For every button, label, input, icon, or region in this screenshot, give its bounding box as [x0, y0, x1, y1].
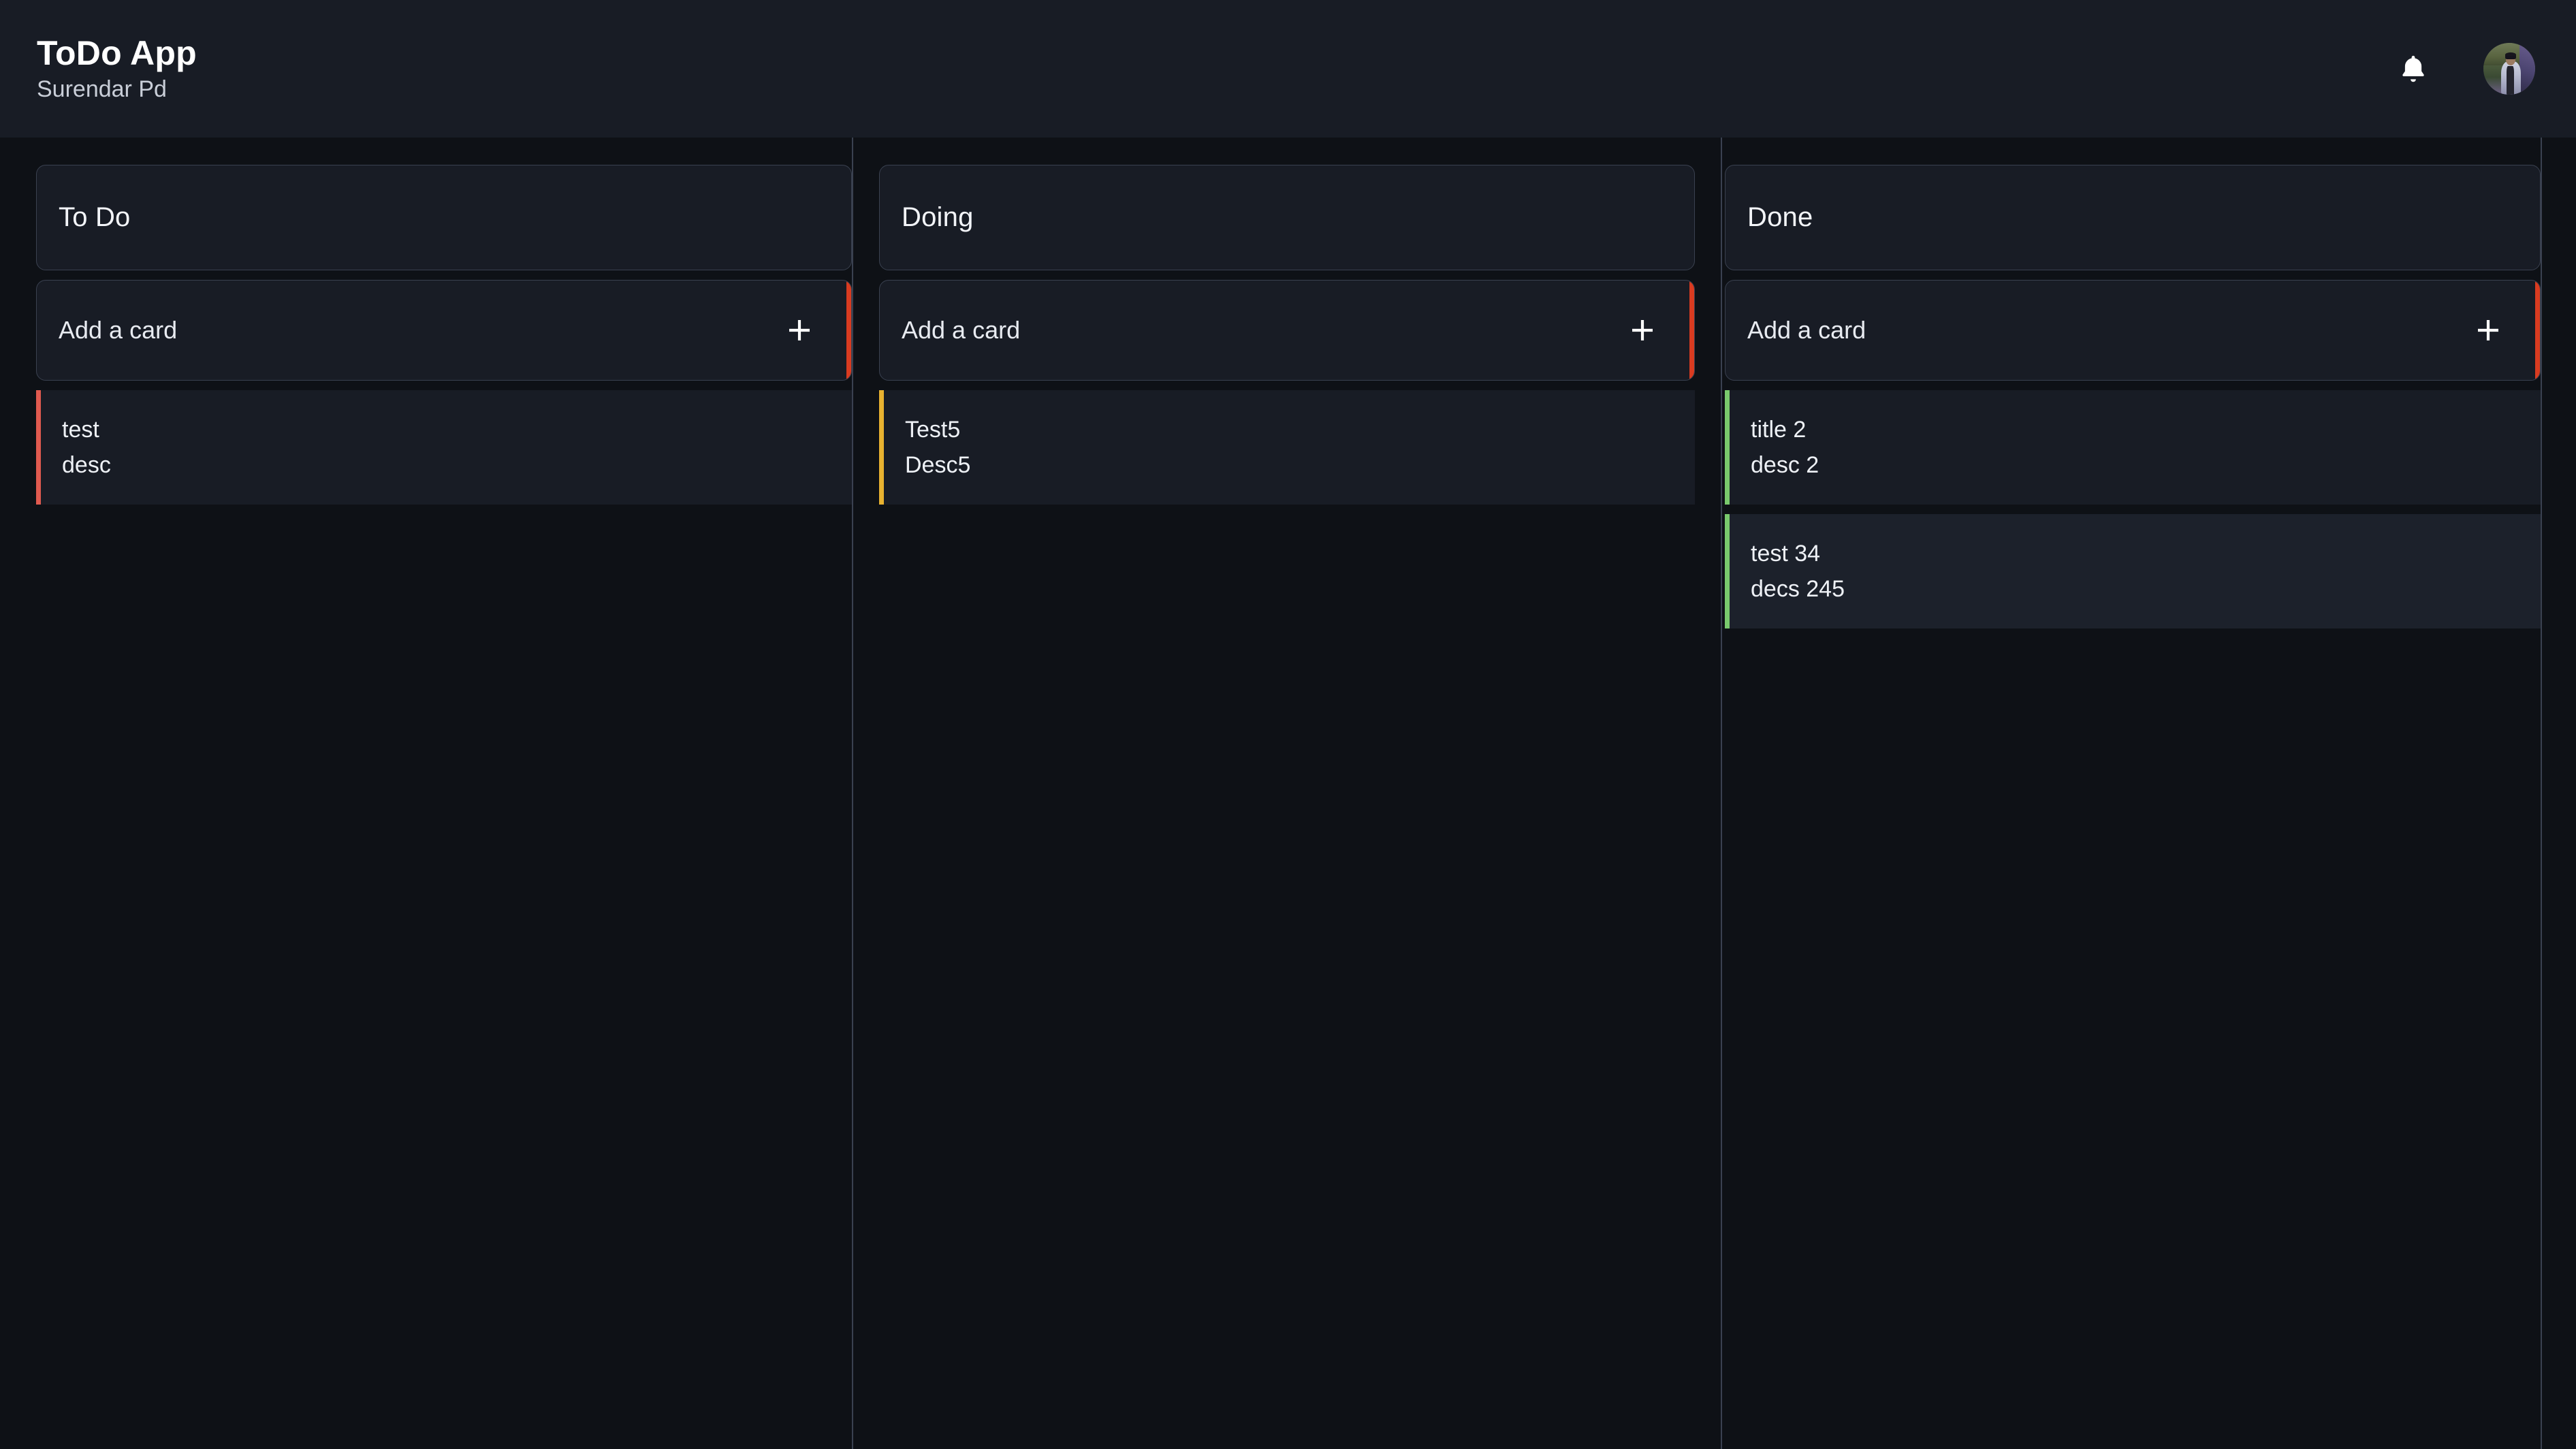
plus-icon — [783, 314, 825, 347]
task-card[interactable]: test 34 decs 245 — [1725, 514, 2541, 628]
add-card-accent — [2535, 281, 2540, 380]
add-card-button[interactable]: Add a card — [1725, 280, 2541, 381]
header-actions — [2389, 43, 2535, 95]
column-title: Doing — [902, 202, 974, 232]
card-description: desc 2 — [1751, 452, 1819, 478]
column-divider — [852, 138, 853, 1449]
brand-block: ToDo App Surendar Pd — [37, 35, 197, 102]
notifications-button[interactable] — [2389, 45, 2437, 93]
card-title: title 2 — [1751, 416, 1807, 443]
task-card[interactable]: test desc — [36, 390, 852, 505]
column-header: Doing — [879, 165, 1695, 270]
task-card[interactable]: title 2 desc 2 — [1725, 390, 2541, 505]
plus-icon — [1626, 314, 1668, 347]
task-card[interactable]: Test5 Desc5 — [879, 390, 1695, 505]
board-column-todo: To Do Add a card test desc — [36, 138, 852, 1449]
card-description: desc — [62, 452, 111, 478]
card-title: test 34 — [1751, 540, 1821, 567]
card-description: decs 245 — [1751, 576, 1845, 602]
card-accent-bar — [36, 390, 41, 505]
add-card-button[interactable]: Add a card — [36, 280, 852, 381]
add-card-button[interactable]: Add a card — [879, 280, 1695, 381]
app-title: ToDo App — [37, 33, 197, 72]
add-card-label: Add a card — [59, 316, 178, 344]
add-card-label: Add a card — [902, 316, 1021, 344]
user-name: Surendar Pd — [37, 76, 167, 103]
column-divider — [1721, 138, 1722, 1449]
column-title: To Do — [59, 202, 131, 232]
card-accent-bar — [1725, 514, 1730, 628]
card-title: test — [62, 416, 99, 443]
column-title: Done — [1747, 202, 1813, 232]
avatar-photo-side — [2519, 43, 2535, 95]
column-header: Done — [1725, 165, 2541, 270]
card-accent-bar — [1725, 390, 1730, 505]
card-title: Test5 — [905, 416, 961, 443]
plus-icon — [2472, 314, 2514, 347]
board-column-doing: Doing Add a card Test5 Desc5 — [879, 138, 1695, 1449]
card-description: Desc5 — [905, 452, 971, 478]
column-header: To Do — [36, 165, 852, 270]
avatar-photo-sunglasses — [2505, 56, 2516, 59]
app-header: ToDo App Surendar Pd — [0, 0, 2576, 138]
add-card-label: Add a card — [1747, 316, 1866, 344]
avatar[interactable] — [2483, 43, 2535, 95]
column-divider — [2541, 138, 2542, 1449]
board-column-done: Done Add a card title 2 desc 2 test 34 d… — [1725, 138, 2541, 1449]
card-accent-bar — [879, 390, 884, 505]
add-card-accent — [846, 281, 851, 380]
kanban-board: To Do Add a card test desc Doing Add a c… — [0, 138, 2576, 1449]
bell-icon — [2396, 51, 2431, 86]
avatar-photo-shirt — [2507, 66, 2514, 95]
add-card-accent — [1689, 281, 1694, 380]
